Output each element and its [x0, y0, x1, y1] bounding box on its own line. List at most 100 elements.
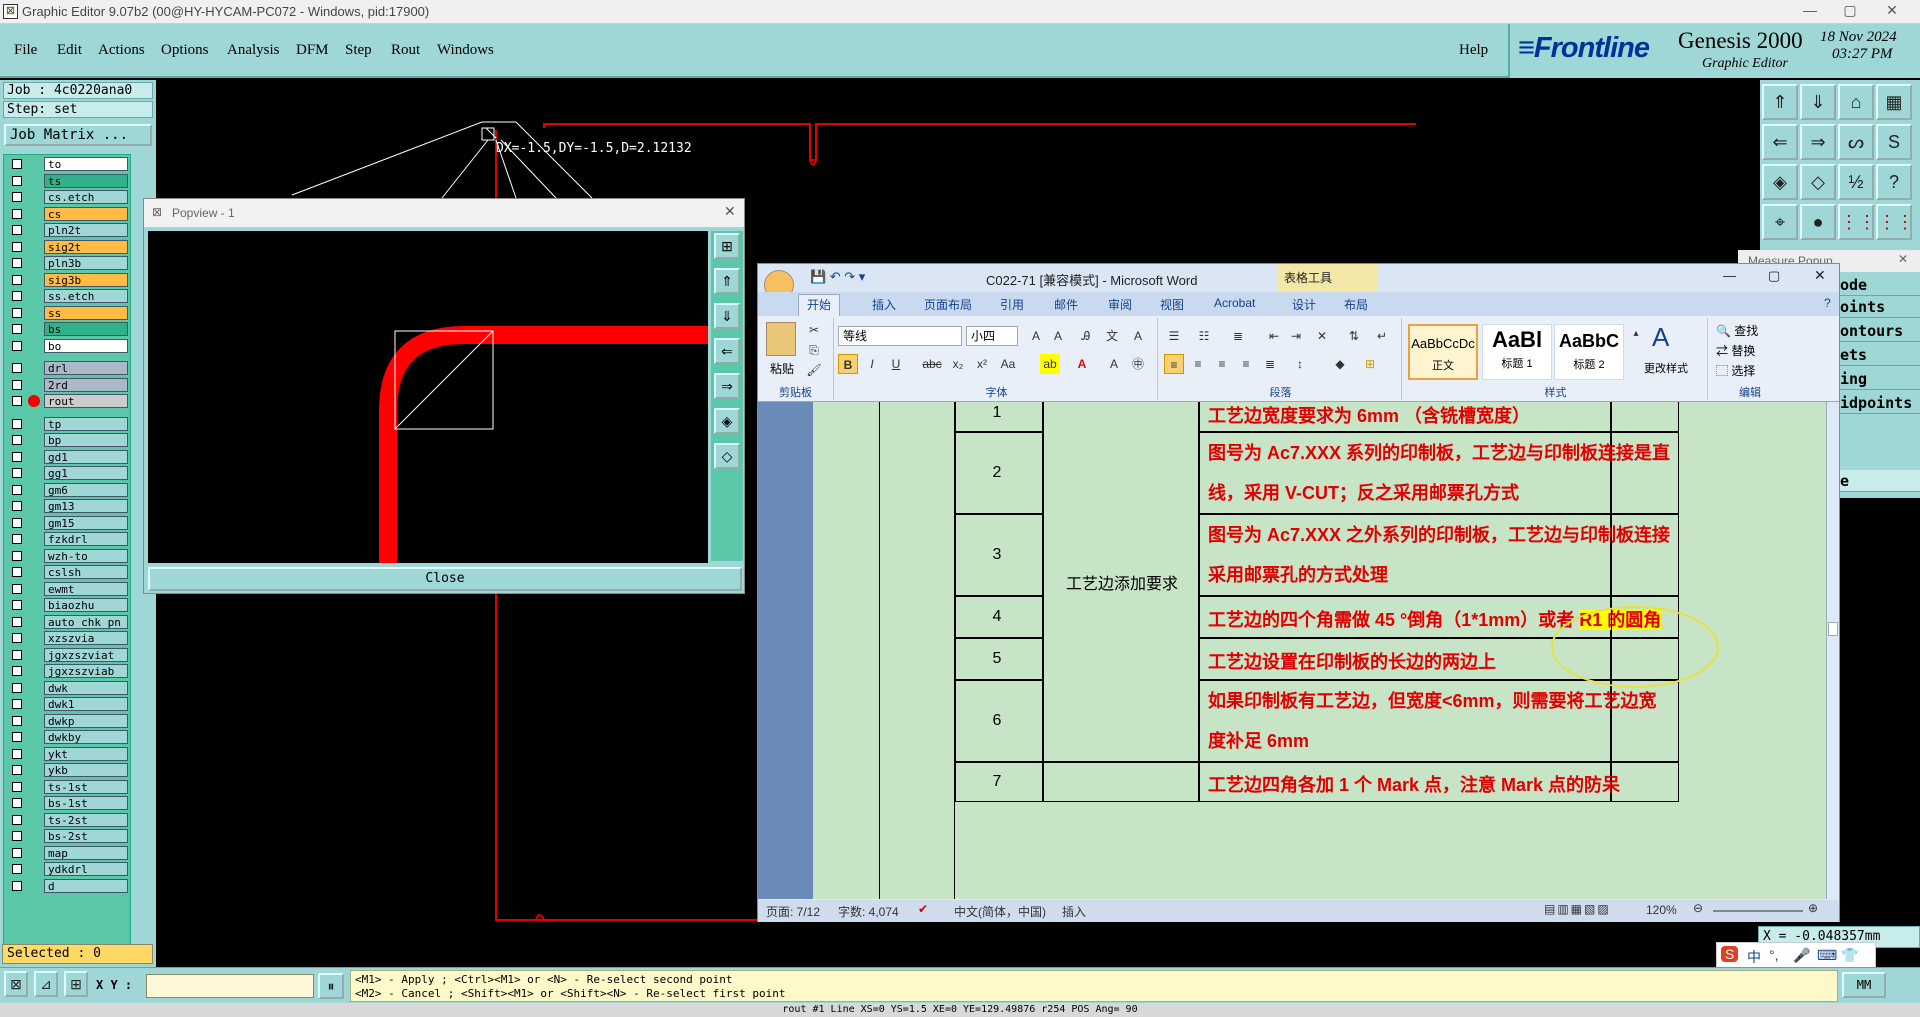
find-button[interactable]: 🔍 查找: [1716, 322, 1758, 339]
layer-row-ts-2st[interactable]: ts-2st: [6, 812, 128, 827]
tool-left-icon[interactable]: ⇐: [1762, 124, 1798, 160]
menu-dfm[interactable]: DFM: [296, 42, 329, 59]
layer-row-sig3b[interactable]: sig3b: [6, 272, 128, 287]
layer-checkbox[interactable]: [12, 831, 22, 841]
close-window-button[interactable]: ✕: [1872, 2, 1912, 19]
layer-checkbox[interactable]: [12, 501, 22, 511]
layer-checkbox[interactable]: [12, 732, 22, 742]
layer-name[interactable]: jgxzszviab: [44, 664, 128, 678]
layer-row-pln3b[interactable]: pln3b: [6, 256, 128, 270]
layer-checkbox[interactable]: [12, 534, 22, 544]
layer-name[interactable]: xzszvia: [44, 631, 128, 645]
pop-tool-6-icon[interactable]: ◈: [714, 408, 740, 434]
decrease-indent-icon[interactable]: ⇤: [1264, 326, 1284, 346]
char-shading-icon[interactable]: A: [1104, 354, 1124, 374]
layer-row-gm6[interactable]: gm6: [6, 482, 128, 497]
replace-button[interactable]: ⇄ 替换: [1716, 342, 1755, 359]
layer-row-d[interactable]: d: [6, 878, 128, 893]
word-count[interactable]: 字数: 4,074: [838, 903, 899, 920]
tool-save-icon[interactable]: ⇑: [1762, 84, 1798, 120]
layer-row-ts[interactable]: ts: [6, 173, 128, 188]
layer-name[interactable]: dwkby: [44, 730, 128, 744]
layer-checkbox[interactable]: [12, 567, 22, 577]
layer-name[interactable]: pln3b: [44, 256, 128, 270]
layer-row-fzkdrl[interactable]: fzkdrl: [6, 532, 128, 546]
layer-checkbox[interactable]: [12, 649, 22, 660]
highlight-icon[interactable]: ab: [1040, 354, 1060, 374]
layer-row-ss[interactable]: ss: [6, 305, 128, 320]
chinese-layout-icon[interactable]: ✕: [1312, 326, 1332, 346]
tool-record-icon[interactable]: ●: [1800, 204, 1836, 240]
layer-row-2rd[interactable]: 2rd: [6, 377, 128, 392]
layer-checkbox[interactable]: [12, 517, 22, 528]
layer-row-sig2t[interactable]: sig2t: [6, 239, 128, 254]
layer-name[interactable]: sig3b: [44, 272, 128, 287]
copy-icon[interactable]: ⎘: [804, 340, 824, 360]
bullets-icon[interactable]: ☰: [1164, 326, 1184, 346]
layer-name[interactable]: ydkdrl: [44, 862, 128, 876]
layer-checkbox[interactable]: [12, 847, 22, 858]
layer-name[interactable]: gm6: [44, 482, 128, 497]
document-area[interactable]: 1 工艺边宽度要求为 6mm （含铣槽宽度） 2 图号为 Ac7.XXX 系列的印制板…: [758, 402, 1839, 899]
layer-name[interactable]: fzkdrl: [44, 532, 128, 546]
minimize-button[interactable]: —: [1790, 2, 1830, 18]
show-marks-icon[interactable]: ↵: [1372, 326, 1392, 346]
format-painter-icon[interactable]: 🖌: [804, 360, 824, 380]
layer-checkbox[interactable]: [12, 715, 22, 726]
layer-row-tp[interactable]: tp: [6, 416, 128, 431]
layer-checkbox[interactable]: [12, 307, 22, 318]
layer-name[interactable]: tp: [44, 416, 128, 431]
layer-checkbox[interactable]: [12, 379, 22, 390]
borders-icon[interactable]: ⊞: [1360, 354, 1380, 374]
distribute-icon[interactable]: ≣: [1260, 354, 1280, 374]
layer-row-ewmt[interactable]: ewmt: [6, 581, 128, 596]
menu-options[interactable]: Options: [161, 42, 209, 59]
font-color-icon[interactable]: A: [1072, 354, 1092, 374]
change-styles-icon[interactable]: A: [1652, 322, 1669, 353]
subscript-icon[interactable]: x₂: [948, 354, 968, 374]
zoom-slider[interactable]: [1713, 910, 1803, 912]
ime-punct-icon[interactable]: °,: [1769, 947, 1779, 963]
layer-name[interactable]: ewmt: [44, 581, 128, 596]
layer-name[interactable]: ss.etch: [44, 289, 128, 303]
layer-name[interactable]: gd1: [44, 449, 128, 464]
layer-row-xzszvia[interactable]: xzszvia: [6, 631, 128, 645]
layer-row-ts-1st[interactable]: ts-1st: [6, 779, 128, 794]
layer-row-cs.etch[interactable]: cs.etch: [6, 190, 128, 204]
select-button[interactable]: ⬚ 选择: [1716, 362, 1755, 379]
menu-edit[interactable]: Edit: [57, 42, 82, 59]
layer-checkbox[interactable]: [12, 765, 22, 775]
popview-close-button[interactable]: Close: [148, 567, 742, 591]
tab-mailings[interactable]: 邮件: [1054, 296, 1078, 313]
layer-row-gd1[interactable]: gd1: [6, 449, 128, 464]
layer-name[interactable]: bo: [44, 338, 128, 353]
scroll-thumb[interactable]: [1828, 622, 1838, 636]
layer-name[interactable]: gg1: [44, 466, 128, 480]
layer-name[interactable]: to: [44, 157, 128, 171]
layer-row-biaozhu[interactable]: biaozhu: [6, 598, 128, 612]
layer-name[interactable]: jgxzszviat: [44, 647, 128, 662]
layer-checkbox[interactable]: [12, 396, 22, 406]
layer-row-gm15[interactable]: gm15: [6, 515, 128, 530]
layer-checkbox[interactable]: [12, 418, 22, 429]
layer-name[interactable]: bs: [44, 322, 128, 336]
ime-keyboard-icon[interactable]: ⌨: [1817, 947, 1837, 964]
layer-row-bs-1st[interactable]: bs-1st: [6, 796, 128, 810]
layer-row-rout[interactable]: rout: [6, 394, 128, 408]
style-normal[interactable]: AaBbCcDc 正文: [1408, 324, 1478, 380]
view-buttons-icon[interactable]: ▤▥▦▧▨: [1544, 902, 1611, 916]
tool-home-icon[interactable]: ⌂: [1838, 84, 1874, 120]
pop-tool-4-icon[interactable]: ⇐: [714, 338, 740, 364]
style-heading2[interactable]: AaBbC 标题 2: [1554, 324, 1624, 380]
layer-checkbox[interactable]: [12, 666, 22, 676]
tool-layers2-icon[interactable]: ⋮⋮: [1876, 204, 1914, 240]
layer-checkbox[interactable]: [12, 324, 22, 334]
layer-name[interactable]: ts: [44, 173, 128, 188]
font-size-select[interactable]: 小四: [966, 326, 1018, 346]
popview-close-icon[interactable]: ✕: [724, 203, 736, 220]
layer-row-jgxzszviat[interactable]: jgxzszviat: [6, 647, 128, 662]
italic-icon[interactable]: I: [862, 354, 882, 374]
menu-analysis[interactable]: Analysis: [227, 42, 280, 59]
menu-file[interactable]: File: [14, 42, 37, 59]
job-matrix-button[interactable]: Job Matrix ...: [4, 124, 152, 146]
